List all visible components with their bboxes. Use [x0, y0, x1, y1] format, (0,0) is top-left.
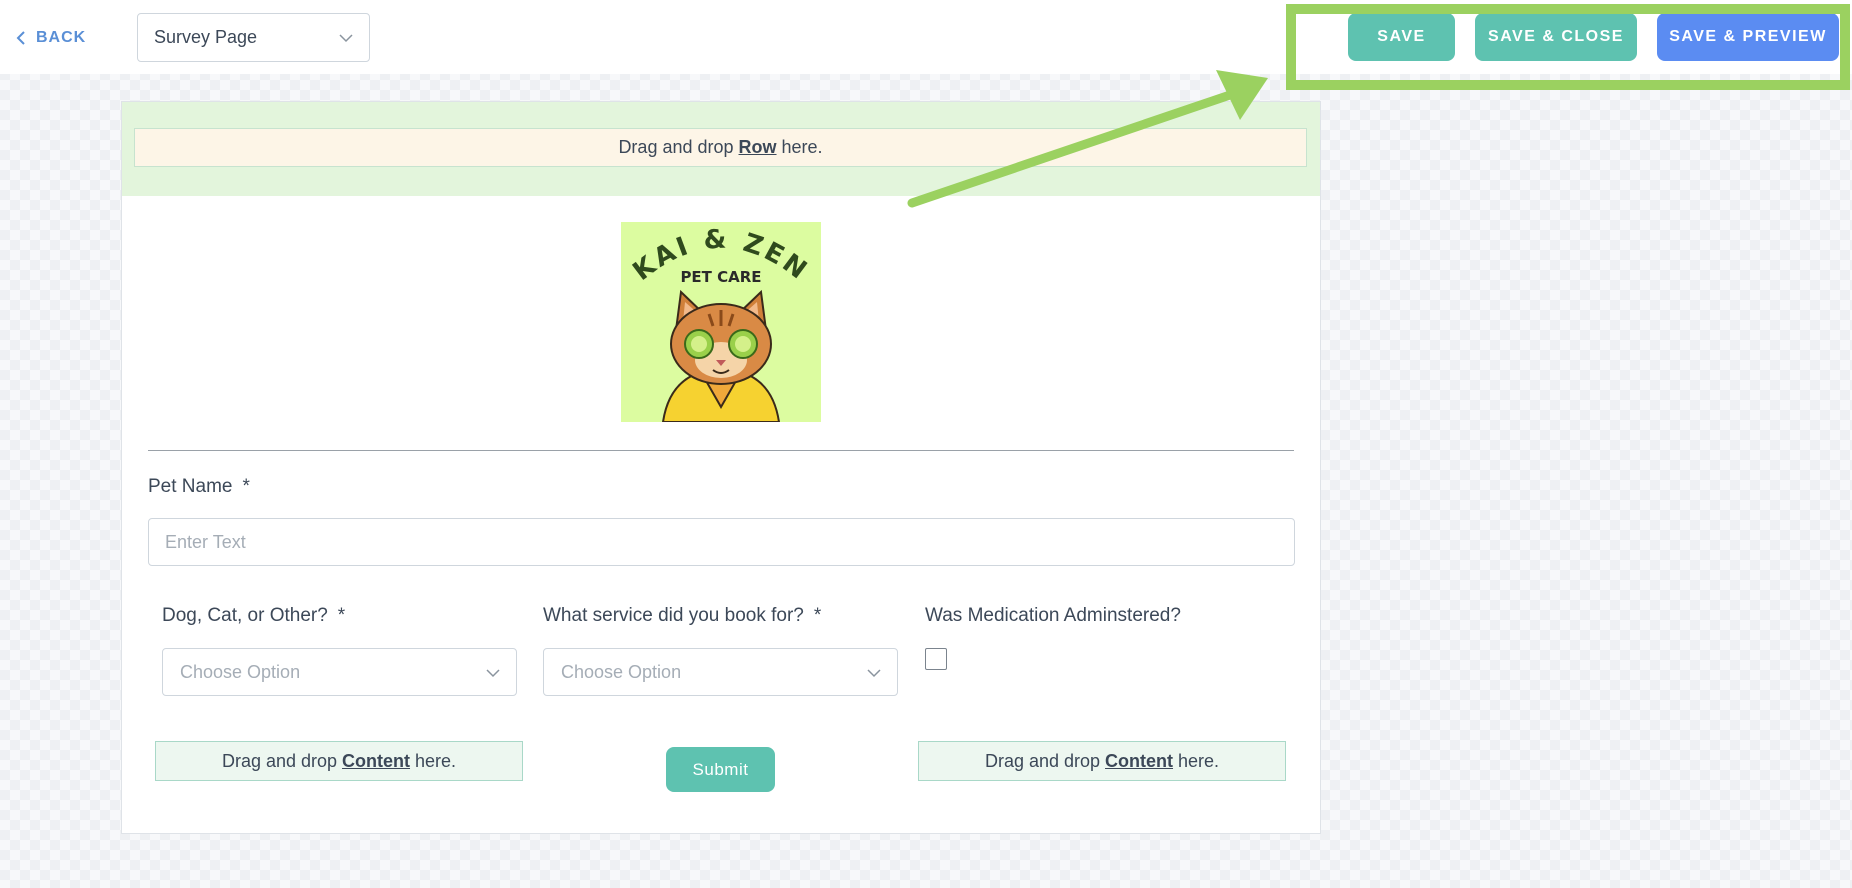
content-drop-zone[interactable]: Drag and drop Content here. — [918, 741, 1286, 781]
required-marker: * — [337, 605, 346, 626]
service-label: What service did you book for? * — [543, 605, 821, 627]
row-drop-prefix: Drag and drop — [618, 137, 734, 157]
service-placeholder: Choose Option — [561, 661, 682, 682]
chevron-down-icon — [339, 34, 353, 43]
animal-type-placeholder: Choose Option — [180, 661, 301, 682]
animal-type-select[interactable]: Choose Option — [162, 648, 517, 696]
back-button[interactable]: BACK — [16, 26, 86, 50]
chevron-down-icon — [486, 669, 500, 678]
service-label-text: What service did you book for? — [543, 605, 804, 626]
logo-subtitle: PET CARE — [680, 268, 761, 286]
save-preview-button[interactable]: SAVE & PREVIEW — [1657, 13, 1839, 61]
section-divider — [148, 450, 1294, 451]
submit-button[interactable]: Submit — [666, 747, 775, 792]
chevron-down-icon — [867, 669, 881, 678]
service-select[interactable]: Choose Option — [543, 648, 898, 696]
row-drop-zone[interactable]: Drag and drop Row here. — [134, 128, 1307, 167]
content-drop-keyword: Content — [1105, 750, 1174, 771]
content-drop-prefix: Drag and drop — [221, 750, 338, 771]
medication-checkbox[interactable] — [925, 648, 947, 670]
back-label: BACK — [36, 29, 87, 46]
medication-label: Was Medication Adminstered? — [925, 605, 1181, 626]
content-drop-suffix: here. — [415, 750, 457, 771]
pet-name-label: Pet Name * — [148, 476, 250, 498]
content-drop-zone[interactable]: Drag and drop Content here. — [155, 741, 523, 781]
page-selector[interactable]: Survey Page — [137, 13, 370, 62]
save-button[interactable]: SAVE — [1348, 13, 1455, 61]
content-drop-prefix: Drag and drop — [984, 750, 1101, 771]
row-drop-keyword: Row — [738, 137, 777, 157]
pet-name-label-text: Pet Name — [148, 476, 233, 497]
content-drop-suffix: here. — [1178, 750, 1220, 771]
top-toolbar: BACK Survey Page SAVE SAVE & CLOSE SAVE … — [0, 0, 1852, 74]
save-close-button[interactable]: SAVE & CLOSE — [1475, 13, 1637, 61]
animal-type-label: Dog, Cat, or Other? * — [162, 605, 345, 627]
animal-type-label-text: Dog, Cat, or Other? — [162, 605, 328, 626]
row-drop-suffix: here. — [781, 137, 823, 157]
row-drop-area: Drag and drop Row here. — [122, 102, 1320, 196]
page-selector-value: Survey Page — [154, 27, 258, 47]
kai-zen-logo: KAI & ZEN PET CARE — [621, 222, 821, 422]
required-marker: * — [242, 476, 250, 497]
content-drop-keyword: Content — [342, 750, 411, 771]
chevron-left-icon — [16, 31, 25, 45]
required-marker: * — [813, 605, 822, 626]
pet-name-input[interactable] — [148, 518, 1295, 566]
survey-canvas: Drag and drop Row here. KAI & ZEN PET CA… — [121, 101, 1321, 834]
